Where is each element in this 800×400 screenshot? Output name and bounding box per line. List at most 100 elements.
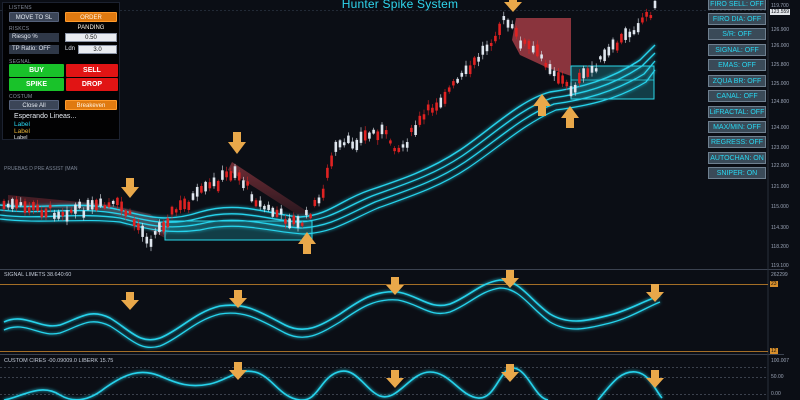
spike-button[interactable]: SPIKE bbox=[9, 78, 64, 91]
price-tick: 118.200 bbox=[771, 244, 789, 250]
chart-canvas bbox=[0, 0, 784, 400]
toggle-autochan[interactable]: AUTOCHAN: ON bbox=[708, 152, 766, 164]
candle-body bbox=[536, 44, 539, 57]
candle-body bbox=[208, 182, 212, 189]
candle-body bbox=[221, 170, 224, 180]
ldn-input[interactable]: 3.0 bbox=[78, 45, 117, 54]
candle-body bbox=[44, 208, 48, 218]
candle-body bbox=[384, 130, 388, 135]
candle-body bbox=[153, 231, 157, 235]
candle-body bbox=[187, 201, 191, 210]
toggle-signal[interactable]: SIGNAL: OFF bbox=[708, 44, 766, 56]
candle-body bbox=[212, 177, 216, 187]
candle-body bbox=[263, 205, 266, 210]
toggle-max-min[interactable]: MAX/MIN: OFF bbox=[708, 121, 766, 133]
candle-body bbox=[246, 181, 249, 186]
candle-body bbox=[439, 97, 443, 108]
candle-body bbox=[158, 222, 161, 233]
signal-arrows-main bbox=[121, 0, 579, 254]
sub2-oscillator bbox=[3, 367, 663, 400]
candle-body bbox=[510, 24, 514, 29]
chart-title: Hunter Spike System bbox=[341, 0, 459, 11]
candle-body bbox=[389, 140, 392, 144]
candle-body bbox=[347, 135, 350, 144]
candle-body bbox=[191, 193, 195, 200]
sub1-top-tag: 23 bbox=[770, 281, 778, 287]
candle-body bbox=[11, 198, 14, 209]
candle-body bbox=[489, 42, 493, 47]
status-text: Esperando Lineas... bbox=[14, 113, 77, 120]
candle-body bbox=[170, 206, 174, 215]
candle-body bbox=[57, 211, 60, 219]
toggle-lifractal[interactable]: LiFRACTAL: OFF bbox=[708, 106, 766, 118]
candle-body bbox=[624, 28, 627, 40]
arrow-down-icon bbox=[121, 178, 139, 198]
candle-body bbox=[552, 70, 556, 77]
candle-body bbox=[103, 204, 107, 209]
order-panding-button[interactable]: ORDER PANDING bbox=[65, 12, 117, 31]
sub1-line-a bbox=[3, 279, 661, 341]
price-tick: 125.800 bbox=[771, 62, 790, 68]
candle-body bbox=[242, 180, 245, 189]
candle-body bbox=[573, 84, 577, 93]
control-panel: LISTENS MOVE TO SL ORDER PANDING RISKCS … bbox=[2, 2, 120, 141]
candle-body bbox=[166, 218, 170, 228]
sub2-axis-mid: 50.00 bbox=[771, 374, 784, 380]
price-tick: 125.000 bbox=[771, 81, 790, 87]
candle-body bbox=[233, 166, 237, 178]
candle-body bbox=[620, 33, 623, 43]
candle-body bbox=[468, 65, 472, 75]
candle-body bbox=[74, 204, 77, 214]
candle-body bbox=[40, 209, 44, 218]
candle-body bbox=[174, 209, 178, 213]
move-to-sl-button[interactable]: MOVE TO SL bbox=[9, 12, 59, 22]
toggle-firo-dia[interactable]: FIRO DIA: OFF bbox=[708, 13, 766, 25]
candle-body bbox=[653, 0, 657, 9]
price-tick: 121.000 bbox=[771, 184, 790, 190]
candle-body bbox=[460, 72, 464, 77]
sell-button[interactable]: SELL bbox=[66, 64, 118, 77]
candle-body bbox=[615, 42, 619, 51]
riesgo-input[interactable]: 0.50 bbox=[65, 33, 117, 42]
riesgo-label: Riesgo % bbox=[9, 33, 59, 42]
candle-body bbox=[523, 39, 527, 44]
drop-button[interactable]: DROP bbox=[66, 78, 118, 91]
sub1-oscillator bbox=[3, 279, 661, 349]
breakeven-button[interactable]: Breakeven bbox=[65, 100, 117, 110]
candle-body bbox=[258, 200, 262, 207]
toggle-sniper[interactable]: SNIPER: ON bbox=[708, 167, 766, 179]
tp-ratio-toggle[interactable]: TP Ratio: OFF bbox=[9, 45, 59, 54]
candle-body bbox=[351, 141, 354, 149]
candle-body bbox=[69, 209, 73, 213]
arrow-down-icon bbox=[121, 292, 139, 310]
buy-button[interactable]: BUY bbox=[9, 64, 64, 77]
toggle-canal[interactable]: CANAL: OFF bbox=[708, 90, 766, 102]
candle-body bbox=[61, 212, 65, 217]
candle-body bbox=[141, 225, 144, 237]
candle-body bbox=[254, 200, 258, 207]
toggle-sr[interactable]: S/R: OFF bbox=[708, 28, 766, 40]
ldn-label: Ldn bbox=[65, 46, 76, 52]
candle-body bbox=[418, 115, 422, 125]
candle-body bbox=[603, 49, 606, 62]
toggle-emas[interactable]: EMAS: OFF bbox=[708, 59, 766, 71]
toggle-zqua-br[interactable]: ZQUA BR: OFF bbox=[708, 75, 766, 87]
candle-body bbox=[355, 139, 359, 151]
candle-body bbox=[628, 31, 632, 38]
candle-body bbox=[397, 147, 401, 152]
toggle-regress[interactable]: REGRESS: OFF bbox=[708, 136, 766, 148]
close-all-button[interactable]: Close All bbox=[9, 100, 59, 110]
candle-body bbox=[540, 54, 543, 59]
signal-arrows-sub2 bbox=[229, 362, 664, 388]
candle-body bbox=[636, 23, 640, 33]
candle-body bbox=[145, 236, 149, 244]
candle-body bbox=[565, 81, 569, 87]
candle-body bbox=[36, 204, 39, 211]
section-risk: RISKCS bbox=[9, 26, 30, 32]
arrow-down-icon bbox=[501, 364, 519, 382]
sub2-line bbox=[3, 367, 663, 400]
toggle-firo-sell[interactable]: FIRO SELL: OFF bbox=[708, 0, 766, 10]
candle-body bbox=[599, 56, 602, 60]
section-listens: LISTENS bbox=[9, 5, 32, 11]
candle-body bbox=[498, 23, 501, 35]
